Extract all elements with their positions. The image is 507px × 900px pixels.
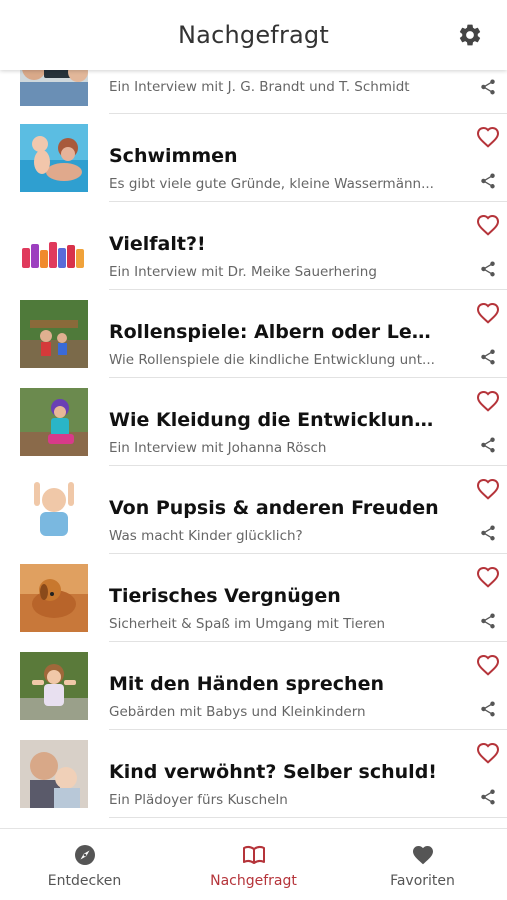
nav-label: Nachgefragt — [210, 873, 297, 889]
share-icon[interactable] — [479, 78, 497, 96]
compass-icon — [74, 845, 95, 865]
list-item[interactable]: Rollenspiele: Albern oder Lernerfa... Wi… — [0, 290, 507, 378]
nav-favoriten[interactable]: Favoriten — [338, 829, 507, 900]
heart-outline-icon[interactable] — [476, 654, 500, 676]
share-icon[interactable] — [479, 436, 497, 454]
bottom-navigation: Entdecken Nachgefragt Favoriten — [0, 828, 507, 900]
heart-icon — [412, 846, 433, 865]
app-header: Nachgefragt — [0, 0, 507, 70]
heart-outline-icon[interactable] — [476, 478, 500, 500]
list-item[interactable]: Vielfalt?! Ein Interview mit Dr. Meike S… — [0, 202, 507, 290]
article-subtitle: Gebärden mit Babys und Kleinkindern — [109, 704, 366, 720]
article-title: Kind verwöhnt? Selber schuld! — [109, 761, 437, 783]
heart-outline-icon[interactable] — [476, 126, 500, 148]
article-subtitle: Wie Rollenspiele die kindliche Entwicklu… — [109, 352, 435, 368]
list-item[interactable]: Von Pupsis & anderen Freuden Was macht K… — [0, 466, 507, 554]
article-title: Mit den Händen sprechen — [109, 673, 384, 695]
article-thumbnail — [20, 476, 88, 544]
list-item[interactable]: Mit den Händen sprechen Gebärden mit Bab… — [0, 642, 507, 730]
book-icon — [242, 845, 265, 864]
heart-outline-icon[interactable] — [476, 390, 500, 412]
article-subtitle: Was macht Kinder glücklich? — [109, 528, 303, 544]
nav-nachgefragt[interactable]: Nachgefragt — [169, 829, 338, 900]
article-thumbnail — [20, 300, 88, 368]
article-subtitle: Es gibt viele gute Gründe, kleine Wasser… — [109, 176, 434, 192]
article-subtitle: Sicherheit & Spaß im Umgang mit Tieren — [109, 616, 386, 632]
share-icon[interactable] — [479, 700, 497, 718]
article-list: Ein Interview mit J. G. Brandt und T. Sc… — [0, 52, 507, 828]
article-thumbnail — [20, 212, 88, 280]
share-icon[interactable] — [479, 524, 497, 542]
nav-label: Favoriten — [390, 873, 455, 889]
article-thumbnail — [20, 564, 88, 632]
page-title: Nachgefragt — [178, 21, 329, 49]
nav-label: Entdecken — [47, 873, 122, 889]
article-thumbnail — [20, 388, 88, 456]
heart-outline-icon[interactable] — [476, 302, 500, 324]
share-icon[interactable] — [479, 612, 497, 630]
list-item[interactable]: Schwimmen Es gibt viele gute Gründe, kle… — [0, 114, 507, 202]
divider — [109, 817, 507, 818]
article-subtitle: Ein Interview mit Johanna Rösch — [109, 440, 327, 456]
share-icon[interactable] — [479, 788, 497, 806]
share-icon[interactable] — [479, 260, 497, 278]
share-icon[interactable] — [479, 172, 497, 190]
nav-entdecken[interactable]: Entdecken — [0, 829, 169, 900]
article-title: Vielfalt?! — [109, 233, 206, 255]
article-title: Tierisches Vergnügen — [109, 585, 341, 607]
article-subtitle: Ein Interview mit Dr. Meike Sauerhering — [109, 264, 377, 280]
article-title: Von Pupsis & anderen Freuden — [109, 497, 439, 519]
article-thumbnail — [20, 652, 88, 720]
heart-outline-icon[interactable] — [476, 214, 500, 236]
article-title: Wie Kleidung die Entwicklung unte... — [109, 409, 439, 431]
heart-outline-icon[interactable] — [476, 566, 500, 588]
heart-outline-icon[interactable] — [476, 742, 500, 764]
article-title: Schwimmen — [109, 145, 238, 167]
article-subtitle: Ein Interview mit J. G. Brandt und T. Sc… — [109, 79, 410, 95]
article-subtitle: Ein Plädoyer fürs Kuscheln — [109, 792, 288, 808]
article-title: Rollenspiele: Albern oder Lernerfa... — [109, 321, 439, 343]
list-item[interactable]: Kind verwöhnt? Selber schuld! Ein Plädoy… — [0, 730, 507, 818]
gear-icon[interactable] — [457, 22, 483, 48]
share-icon[interactable] — [479, 348, 497, 366]
list-item[interactable]: Tierisches Vergnügen Sicherheit & Spaß i… — [0, 554, 507, 642]
article-thumbnail — [20, 124, 88, 192]
article-thumbnail — [20, 740, 88, 808]
list-item[interactable]: Wie Kleidung die Entwicklung unte... Ein… — [0, 378, 507, 466]
